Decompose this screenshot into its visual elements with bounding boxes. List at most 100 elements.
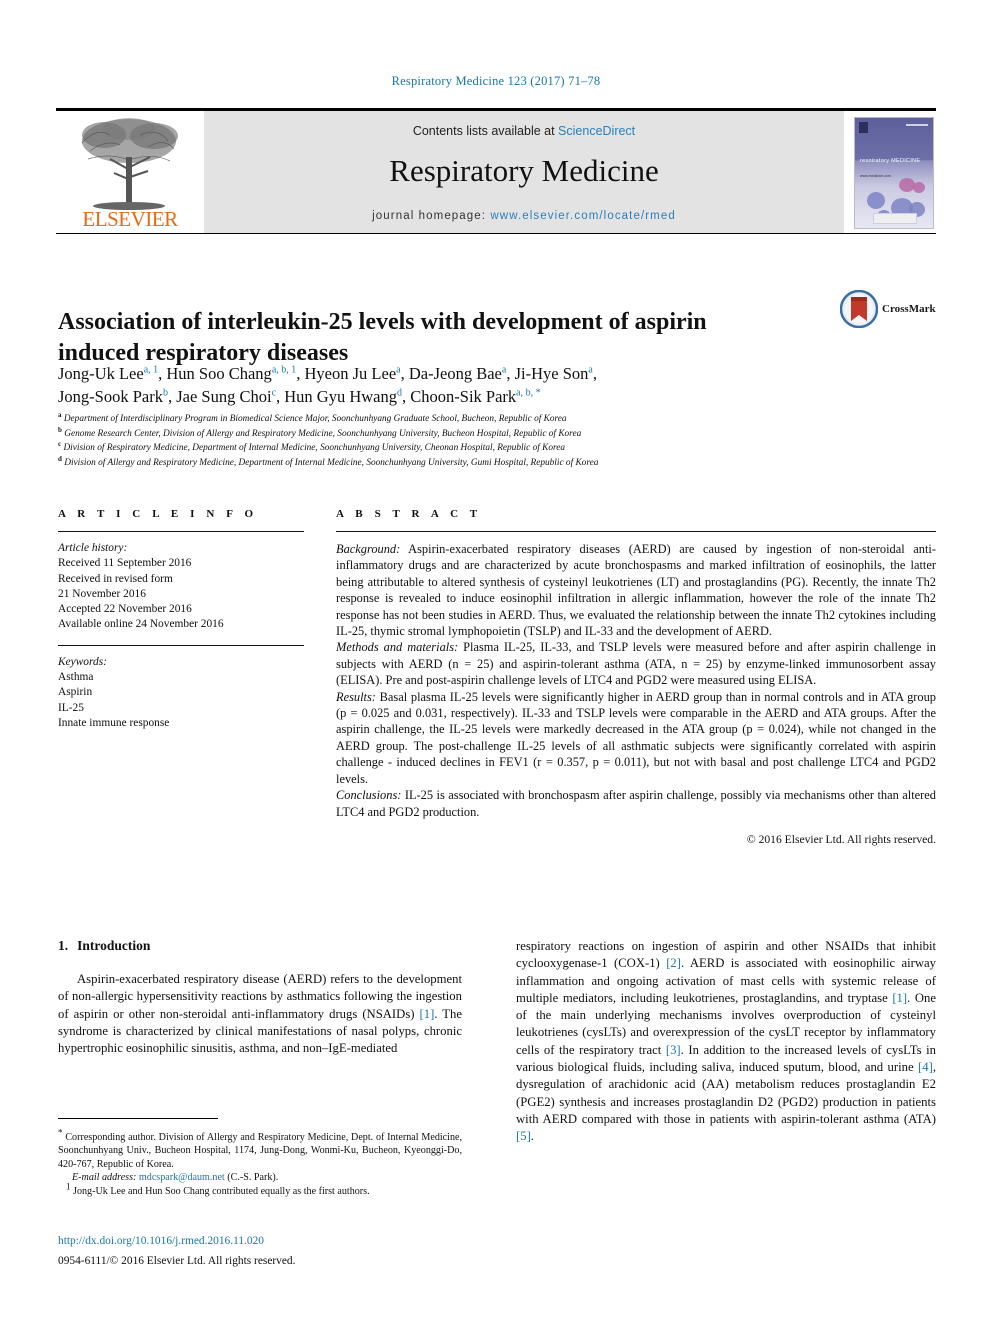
journal-title: Respiratory Medicine [389, 153, 659, 188]
divider [58, 531, 304, 532]
abstract-section: Background: Aspirin-exacerbated respirat… [336, 541, 936, 639]
abstract-section-text: Basal plasma IL-25 levels were significa… [336, 689, 936, 786]
abstract-section-text: Aspirin-exacerbated respiratory diseases… [336, 542, 936, 639]
contents-available-line: Contents lists available at ScienceDirec… [204, 124, 844, 138]
keyword-item: Asthma [58, 671, 94, 684]
cover-footer-box [873, 213, 917, 224]
author-list: Jong-Uk Leea, 1, Hun Soo Changa, b, 1, H… [58, 364, 597, 406]
affiliation-marker: c [58, 440, 62, 449]
footnote-equal-text: Jong-Uk Lee and Hun Soo Chang contribute… [73, 1185, 370, 1197]
affiliation-marker: a [58, 410, 62, 419]
keyword-item: IL-25 [58, 701, 84, 714]
abstract-section-label: Background: [336, 542, 401, 556]
sciencedirect-link[interactable]: ScienceDirect [558, 124, 635, 138]
abstract-body: Background: Aspirin-exacerbated respirat… [336, 541, 936, 820]
article-history-item: 21 November 2016 [58, 587, 146, 600]
author-name: Hun Gyu Hwang [284, 387, 398, 406]
affiliation-text: Genome Research Center, Division of Alle… [64, 428, 582, 439]
author-affiliation-marks: a [396, 364, 401, 376]
citation-ref-5[interactable]: [5] [516, 1129, 531, 1143]
divider [336, 531, 936, 532]
body-column-left: 1. Introduction Aspirin-exacerbated respi… [58, 938, 462, 1057]
article-history-block: Article history: Received 11 September 2… [58, 541, 304, 633]
article-info-column: A R T I C L E I N F O Article history: R… [58, 508, 304, 731]
author-affiliation-marks: b [162, 387, 168, 399]
body-column-right: respiratory reactions on ingestion of as… [516, 938, 936, 1146]
article-history-item: Received 11 September 2016 [58, 557, 192, 570]
cover-image: resoiratory MEDICINE www.medicine.com [854, 117, 934, 229]
keywords-block: Keywords: Asthma Aspirin IL-25 Innate im… [58, 655, 304, 731]
intro-seg-6: . [530, 1129, 534, 1144]
cover-top-rule [906, 124, 928, 126]
keyword-item: Aspirin [58, 686, 93, 699]
intro-paragraph-continued: respiratory reactions on ingestion of as… [516, 938, 936, 1146]
article-history-item: Received in revised form [58, 572, 173, 585]
author-affiliation-marks: d [397, 387, 403, 399]
abstract-section: Results: Basal plasma IL-25 levels were … [336, 689, 936, 787]
author-name: Jong-Uk Lee [58, 364, 144, 383]
journal-homepage-line: journal homepage: www.elsevier.com/locat… [204, 210, 844, 222]
author-affiliation-marks: a, 1 [143, 364, 159, 376]
citation-ref-2[interactable]: [2] [666, 956, 681, 970]
author-affiliation-marks: a, b, 1 [271, 364, 297, 376]
journal-masthead: ELSEVIER Contents lists available at Sci… [56, 108, 936, 234]
copyright-line: © 2016 Elsevier Ltd. All rights reserved… [746, 832, 936, 846]
crossmark-badge[interactable]: CrossMark [840, 286, 940, 332]
abstract-section: Conclusions: IL-25 is associated with br… [336, 787, 936, 820]
article-history-label: Article history: [58, 542, 128, 554]
author-affiliation-marks: a [588, 364, 593, 376]
author-name: Choon-Sik Park [410, 387, 517, 406]
article-history-item: Available online 24 November 2016 [58, 618, 224, 631]
author-affiliation-marks: a [501, 364, 507, 376]
journal-cover-thumbnail: resoiratory MEDICINE www.medicine.com [844, 111, 936, 233]
section-number: 1. [58, 938, 69, 953]
elsevier-wordmark: ELSEVIER [82, 207, 178, 231]
divider [58, 644, 304, 646]
article-info-heading: A R T I C L E I N F O [58, 508, 258, 520]
cover-logo-mark [859, 122, 868, 133]
footnote-email: E-mail address: mdcspark@daum.net (C.-S.… [58, 1171, 462, 1184]
footnotes-block: * Corresponding author. Division of Alle… [58, 1124, 462, 1198]
affiliation-item: d Division of Allergy and Respiratory Me… [58, 455, 818, 471]
abstract-column: A B S T R A C T Background: Aspirin-exac… [336, 508, 936, 846]
elsevier-tree-icon [81, 118, 178, 210]
citation-ref-1[interactable]: [1] [420, 1007, 435, 1021]
affiliation-text: Department of Interdisciplinary Program … [63, 414, 567, 424]
section-title: Introduction [77, 938, 151, 953]
homepage-prefix: journal homepage: [372, 210, 491, 222]
intro-text-pre: Aspirin-exacerbated respiratory disease … [58, 972, 462, 1021]
affiliation-item: c Division of Respiratory Medicine, Depa… [58, 441, 818, 456]
footnote-corresponding-author: * Corresponding author. Division of Alle… [58, 1127, 462, 1171]
paper-page: Respiratory Medicine 123 (2017) 71–78 EL… [0, 0, 992, 1323]
elsevier-logo: ELSEVIER [56, 111, 204, 233]
running-head: Respiratory Medicine 123 (2017) 71–78 [391, 74, 601, 88]
affiliation-text: Division of Respiratory Medicine, Depart… [63, 443, 566, 454]
abstract-section-text: IL-25 is associated with bronchospasm af… [336, 788, 936, 819]
footnote-marker-asterisk: * [58, 1127, 63, 1138]
crossmark-icon [840, 290, 878, 328]
section-heading-introduction: 1. Introduction [58, 938, 462, 954]
abstract-section-label: Results: [336, 689, 376, 704]
contents-prefix: Contents lists available at [412, 124, 559, 138]
intro-paragraph: Aspirin-exacerbated respiratory disease … [58, 971, 462, 1057]
author-name: Ji-Hye Son [514, 364, 589, 383]
cover-cell-blob [913, 182, 925, 193]
citation-ref-1[interactable]: [1] [892, 991, 907, 1005]
cover-cell-blob [867, 192, 885, 209]
email-link[interactable]: mdcspark@daum.net [139, 1172, 225, 1183]
cover-journal-title: resoiratory MEDICINE [860, 158, 921, 164]
doi-link[interactable]: http://dx.doi.org/10.1016/j.rmed.2016.11… [58, 1235, 478, 1247]
abstract-section-label: Conclusions: [336, 788, 402, 803]
author-name: Hun Soo Chang [166, 364, 272, 383]
keyword-item: Innate immune response [58, 716, 170, 729]
footnote-equal-contribution: 1 Jong-Uk Lee and Hun Soo Chang contribu… [58, 1182, 462, 1198]
citation-ref-4[interactable]: [4] [918, 1060, 933, 1074]
citation-ref-3[interactable]: [3] [666, 1043, 681, 1057]
abstract-heading: A B S T R A C T [336, 508, 482, 520]
email-suffix: (C.-S. Park). [224, 1172, 279, 1184]
author-name: Hyeon Ju Lee [304, 364, 397, 383]
affiliation-item: b Genome Research Center, Division of Al… [58, 426, 818, 442]
footnote-marker-one: 1 [66, 1181, 71, 1192]
page-title: Association of interleukin-25 levels wit… [58, 309, 707, 367]
journal-homepage-link[interactable]: www.elsevier.com/locate/rmed [490, 210, 675, 222]
